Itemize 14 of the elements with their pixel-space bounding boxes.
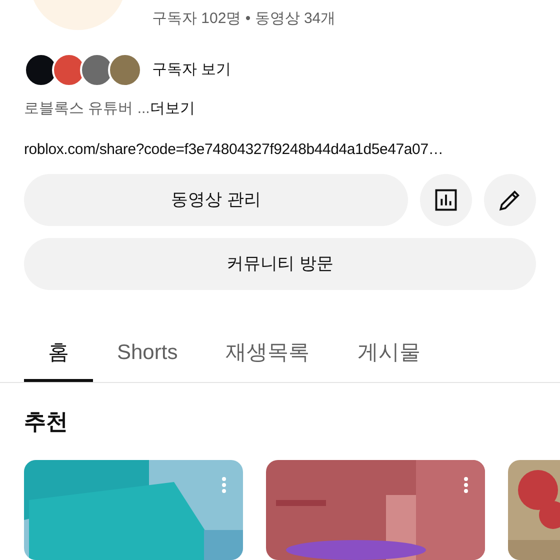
channel-description: 로블록스 유튜버 ...: [24, 99, 150, 119]
channel-stats: 구독자 102명 • 동영상 34개: [152, 9, 336, 29]
tab[interactable]: 게시물: [334, 326, 445, 382]
visit-community-button[interactable]: 커뮤니티 방문: [24, 238, 536, 290]
more-link[interactable]: 더보기: [150, 98, 195, 120]
tab[interactable]: 홈: [24, 326, 93, 382]
more-icon[interactable]: [463, 476, 469, 494]
section-title: 추천: [24, 408, 69, 436]
subscribers-link[interactable]: 구독자 보기: [152, 58, 232, 82]
analytics-icon: [433, 187, 459, 213]
tab[interactable]: 재생목록: [202, 326, 334, 382]
manage-videos-button[interactable]: 동영상 관리: [24, 174, 408, 226]
channel-link[interactable]: roblox.com/share?code=f3e74804327f9248b44d4a1d5e47a07…: [24, 138, 536, 161]
tab[interactable]: Shorts: [93, 326, 202, 382]
